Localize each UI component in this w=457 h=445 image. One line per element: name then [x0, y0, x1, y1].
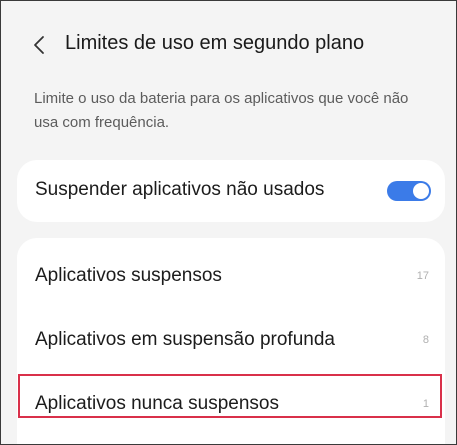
screen-frame: Limites de uso em segundo plano Limite o…	[0, 0, 457, 445]
list-item-suspended-apps[interactable]: Aplicativos suspensos 17	[17, 244, 445, 306]
chevron-left-icon[interactable]	[29, 34, 51, 56]
list-item-count: 1	[422, 398, 429, 410]
list-item-count: 8	[422, 334, 429, 346]
list-item-label: Aplicativos em suspensão profunda	[35, 329, 335, 350]
suspend-unused-apps-toggle[interactable]	[387, 181, 431, 201]
page-title: Limites de uso em segundo plano	[65, 32, 365, 54]
list-item-label: Aplicativos nunca suspensos	[35, 393, 279, 414]
header: Limites de uso em segundo plano	[1, 1, 456, 91]
toggle-knob	[413, 183, 429, 199]
list-item-label: Aplicativos suspensos	[35, 265, 222, 286]
list-item-count: 17	[416, 270, 429, 282]
page-description: Limite o uso da bateria para os aplicati…	[34, 90, 409, 131]
suspend-unused-apps-setting[interactable]: Suspender aplicativos não usados	[17, 160, 445, 222]
suspend-unused-apps-label: Suspender aplicativos não usados	[35, 179, 325, 200]
app-lists-card: Aplicativos suspensos 17 Aplicativos em …	[17, 238, 445, 444]
list-item-never-suspended-apps[interactable]: Aplicativos nunca suspensos 1	[17, 372, 445, 434]
list-item-deep-sleep-apps[interactable]: Aplicativos em suspensão profunda 8	[17, 308, 445, 370]
